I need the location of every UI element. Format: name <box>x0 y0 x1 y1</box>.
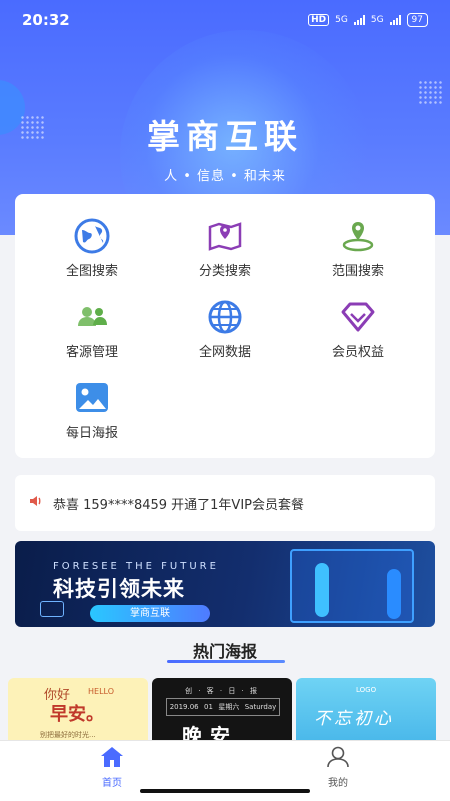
poster-card-morning[interactable]: 你好 HELLO 早安。 别把最好的时光... <box>8 678 148 742</box>
globe-icon <box>72 216 112 256</box>
poster-logo: LOGO <box>356 686 377 694</box>
poster-footer: 别把最好的时光... <box>40 731 96 739</box>
poster-card-night[interactable]: 创 · 客 · 日 · 报 2019.06 01 星期六 Saturday 晚安 <box>152 678 292 742</box>
web-icon <box>205 297 245 337</box>
poster-weekday: 星期六 <box>218 703 240 711</box>
person-illustration <box>315 563 329 617</box>
grid-item-customer-management[interactable]: 客源管理 <box>22 297 162 367</box>
screen-icon <box>40 601 64 617</box>
poster-date: 2019.06 <box>169 703 199 711</box>
home-indicator <box>140 789 310 793</box>
app-slogan: 人 • 信息 • 和未来 <box>164 169 286 184</box>
poster-main-text: 晚安 <box>182 724 238 742</box>
grid-item-label: 会员权益 <box>331 345 384 360</box>
grid-item-daily-poster[interactable]: 每日海报 <box>22 378 162 448</box>
grid-item-full-map-search[interactable]: 全图搜索 <box>22 216 162 286</box>
grid-item-label: 每日海报 <box>65 426 118 441</box>
section-underline <box>167 660 285 663</box>
grid-item-label: 客源管理 <box>65 345 118 360</box>
status-bar: 20:32 HD 5G 5G 97 <box>0 0 450 40</box>
grid-item-label: 全图搜索 <box>65 264 118 279</box>
promo-banner[interactable]: FORESEE THE FUTURE 科技引领未来 掌商互联 <box>15 541 435 627</box>
feature-grid: 全图搜索 分类搜索 范围搜索 客源管理 全网数据 会员权益 每日海报 <box>15 194 435 458</box>
home-icon <box>100 746 124 772</box>
poster-date-box: 2019.06 01 星期六 Saturday <box>166 698 280 716</box>
users-icon <box>72 297 112 337</box>
app-title: 掌商互联 <box>147 117 303 156</box>
poster-header: 创 · 客 · 日 · 报 <box>184 687 260 695</box>
grid-item-range-search[interactable]: 范围搜索 <box>288 216 428 286</box>
notice-text: 恭喜 159****8459 开通了1年VIP会员套餐 <box>53 497 304 513</box>
speaker-icon <box>29 494 43 512</box>
banner-button[interactable]: 掌商互联 <box>90 605 210 622</box>
signal-icon <box>389 15 401 25</box>
tab-label: 首页 <box>102 778 122 789</box>
grid-item-member-benefits[interactable]: 会员权益 <box>288 297 428 367</box>
banner-headline: 科技引领未来 <box>53 577 185 601</box>
vip-notice-bar[interactable]: 恭喜 159****8459 开通了1年VIP会员套餐 <box>15 475 435 531</box>
banner-english-text: FORESEE THE FUTURE <box>53 561 219 572</box>
tab-label: 我的 <box>328 778 348 789</box>
person-illustration <box>387 569 401 619</box>
status-time: 20:32 <box>22 11 70 29</box>
network-label: 5G <box>335 15 348 25</box>
poster-hello: HELLO <box>88 687 114 696</box>
grid-item-label: 范围搜索 <box>331 264 384 279</box>
section-title-hot-posters: 热门海报 <box>192 642 257 661</box>
poster-main-text: 早安。 <box>50 704 104 725</box>
decor-dots <box>418 80 444 106</box>
grid-item-label: 分类搜索 <box>198 264 251 279</box>
battery-icon: 97 <box>406 13 428 27</box>
user-icon <box>326 746 350 772</box>
tab-home[interactable]: 首页 <box>62 746 162 789</box>
grid-item-category-search[interactable]: 分类搜索 <box>155 216 295 286</box>
poster-card-handwriting[interactable]: LOGO 不忘初心 <box>296 678 436 742</box>
poster-weekday-en: Saturday <box>244 703 277 711</box>
hd-badge: HD <box>308 14 330 26</box>
map-pin-icon <box>205 216 245 256</box>
grid-item-label: 全网数据 <box>198 345 251 360</box>
grid-item-network-data[interactable]: 全网数据 <box>155 297 295 367</box>
location-range-icon <box>338 216 378 256</box>
tab-mine[interactable]: 我的 <box>288 746 388 789</box>
diamond-icon <box>338 297 378 337</box>
network-label: 5G <box>370 15 384 25</box>
signal-icon <box>353 15 365 25</box>
image-icon <box>72 378 112 418</box>
poster-main-text: 不忘初心 <box>314 709 394 729</box>
status-icons: HD 5G 5G 97 <box>308 13 428 27</box>
poster-day: 01 <box>204 703 213 711</box>
